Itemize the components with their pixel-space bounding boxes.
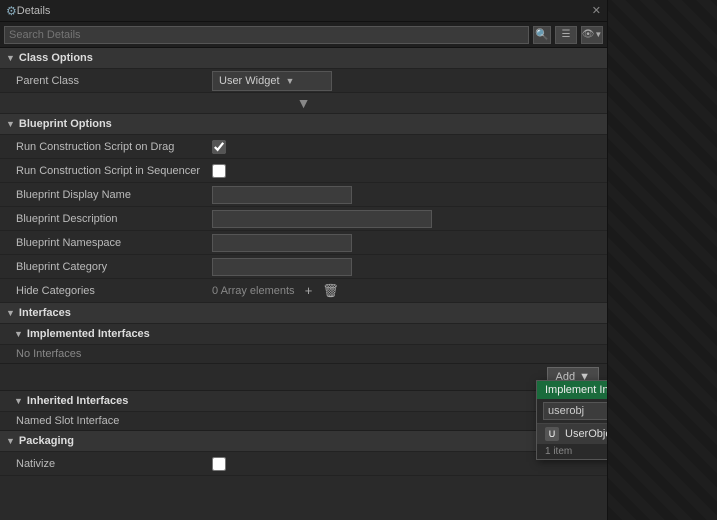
popup-search-input[interactable]	[543, 402, 607, 420]
eye-dropdown-icon: ▼	[594, 30, 602, 39]
blueprint-options-arrow: ▼	[6, 119, 15, 129]
display-name-label: Blueprint Display Name	[16, 189, 212, 201]
implement-interface-popup: Implement Interface U UserObjectListEntr…	[536, 380, 607, 460]
no-interfaces-text: No Interfaces	[16, 348, 81, 360]
hide-categories-row: Hide Categories 0 Array elements + 🗑	[0, 279, 607, 303]
run-construction-drag-checkbox[interactable]	[212, 140, 226, 154]
description-input[interactable]	[212, 210, 432, 228]
view-columns-button[interactable]: ☰	[555, 26, 577, 44]
inherited-arrow: ▼	[14, 396, 23, 406]
nativize-label: Nativize	[16, 458, 212, 470]
popup-search-container	[537, 399, 607, 424]
popup-header: Implement Interface	[537, 381, 607, 399]
packaging-arrow: ▼	[6, 436, 15, 446]
inherited-interfaces-header[interactable]: ▼ Inherited Interfaces	[0, 391, 607, 412]
parent-class-text: User Widget	[219, 75, 280, 87]
implemented-label: Implemented Interfaces	[27, 328, 150, 340]
userobj-icon-letter: U	[549, 429, 556, 439]
namespace-input[interactable]	[212, 234, 352, 252]
hide-categories-value: 0 Array elements + 🗑	[212, 279, 599, 303]
search-icon: 🔍	[535, 28, 549, 41]
parent-class-label: Parent Class	[16, 75, 212, 87]
namespace-label: Blueprint Namespace	[16, 237, 212, 249]
search-input[interactable]	[4, 26, 529, 44]
parent-class-arrow-icon: ▼	[286, 76, 295, 86]
right-panel	[607, 0, 717, 520]
display-name-value	[212, 186, 599, 204]
description-value	[212, 210, 599, 228]
parent-class-dropdown[interactable]: User Widget ▼	[212, 71, 332, 91]
add-icon: +	[305, 283, 313, 298]
run-construction-drag-label: Run Construction Script on Drag	[16, 141, 212, 153]
blueprint-options-label: Blueprint Options	[19, 118, 112, 130]
userobj-item-label: UserObjectListEntry	[565, 428, 607, 440]
implemented-arrow: ▼	[14, 329, 23, 339]
array-count-text: 0 Array elements	[212, 285, 295, 297]
named-slot-interface-item: Named Slot Interface	[0, 412, 607, 431]
columns-icon: ☰	[562, 29, 571, 40]
packaging-header[interactable]: ▼ Packaging	[0, 431, 607, 452]
delete-array-element-button[interactable]: 🗑	[323, 283, 339, 299]
run-construction-seq-row: Run Construction Script in Sequencer	[0, 159, 607, 183]
run-construction-seq-checkbox[interactable]	[212, 164, 226, 178]
parent-class-value: User Widget ▼	[212, 71, 599, 91]
description-row: Blueprint Description	[0, 207, 607, 231]
array-row: 0 Array elements + 🗑	[212, 279, 339, 303]
popup-item-userobj[interactable]: U UserObjectListEntry	[537, 424, 607, 444]
display-name-row: Blueprint Display Name	[0, 183, 607, 207]
packaging-label: Packaging	[19, 435, 74, 447]
category-value	[212, 258, 599, 276]
details-icon: ⚙	[6, 4, 17, 18]
inherited-label: Inherited Interfaces	[27, 395, 128, 407]
close-button[interactable]: ✕	[592, 4, 601, 17]
interfaces-label: Interfaces	[19, 307, 71, 319]
filter-row: ▼	[0, 93, 607, 114]
namespace-value	[212, 234, 599, 252]
parent-class-row: Parent Class User Widget ▼	[0, 69, 607, 93]
search-bar: 🔍 ☰ 👁 ▼	[0, 22, 607, 48]
add-array-element-button[interactable]: +	[301, 283, 317, 299]
run-construction-seq-label: Run Construction Script in Sequencer	[16, 165, 212, 177]
no-interfaces-item: No Interfaces	[0, 345, 607, 364]
display-name-input[interactable]	[212, 186, 352, 204]
description-label: Blueprint Description	[16, 213, 212, 225]
implemented-interfaces-header[interactable]: ▼ Implemented Interfaces	[0, 324, 607, 345]
namespace-row: Blueprint Namespace	[0, 231, 607, 255]
panel-title: Details	[17, 5, 592, 17]
title-bar: ⚙ Details ✕	[0, 0, 607, 22]
category-label: Blueprint Category	[16, 261, 212, 273]
class-options-header[interactable]: ▼ Class Options	[0, 48, 607, 69]
delete-icon: 🗑	[322, 283, 339, 299]
userobj-icon: U	[545, 427, 559, 441]
nativize-checkbox[interactable]	[212, 457, 226, 471]
popup-header-text: Implement Interface	[545, 384, 607, 396]
run-construction-seq-value	[212, 164, 599, 178]
filter-icon: ▼	[297, 95, 311, 111]
category-input[interactable]	[212, 258, 352, 276]
run-construction-drag-row: Run Construction Script on Drag	[0, 135, 607, 159]
popup-count: 1 item	[537, 444, 607, 459]
interfaces-header[interactable]: ▼ Interfaces	[0, 303, 607, 324]
search-icon-button[interactable]: 🔍	[533, 26, 551, 44]
blueprint-options-header[interactable]: ▼ Blueprint Options	[0, 114, 607, 135]
eye-icon: 👁	[582, 29, 595, 40]
add-interface-row: Add ▼	[0, 364, 607, 391]
named-slot-text: Named Slot Interface	[16, 415, 119, 427]
scroll-content: ▼ Class Options Parent Class User Widget…	[0, 48, 607, 520]
class-options-arrow: ▼	[6, 53, 15, 63]
eye-button[interactable]: 👁 ▼	[581, 26, 603, 44]
popup-count-text: 1 item	[545, 446, 572, 457]
hide-categories-label: Hide Categories	[16, 285, 212, 297]
main-panel: ⚙ Details ✕ 🔍 ☰ 👁 ▼ ▼ Class Options Pare…	[0, 0, 607, 520]
interfaces-arrow: ▼	[6, 308, 15, 318]
category-row: Blueprint Category	[0, 255, 607, 279]
run-construction-drag-value	[212, 140, 599, 154]
nativize-row: Nativize	[0, 452, 607, 476]
class-options-label: Class Options	[19, 52, 93, 64]
